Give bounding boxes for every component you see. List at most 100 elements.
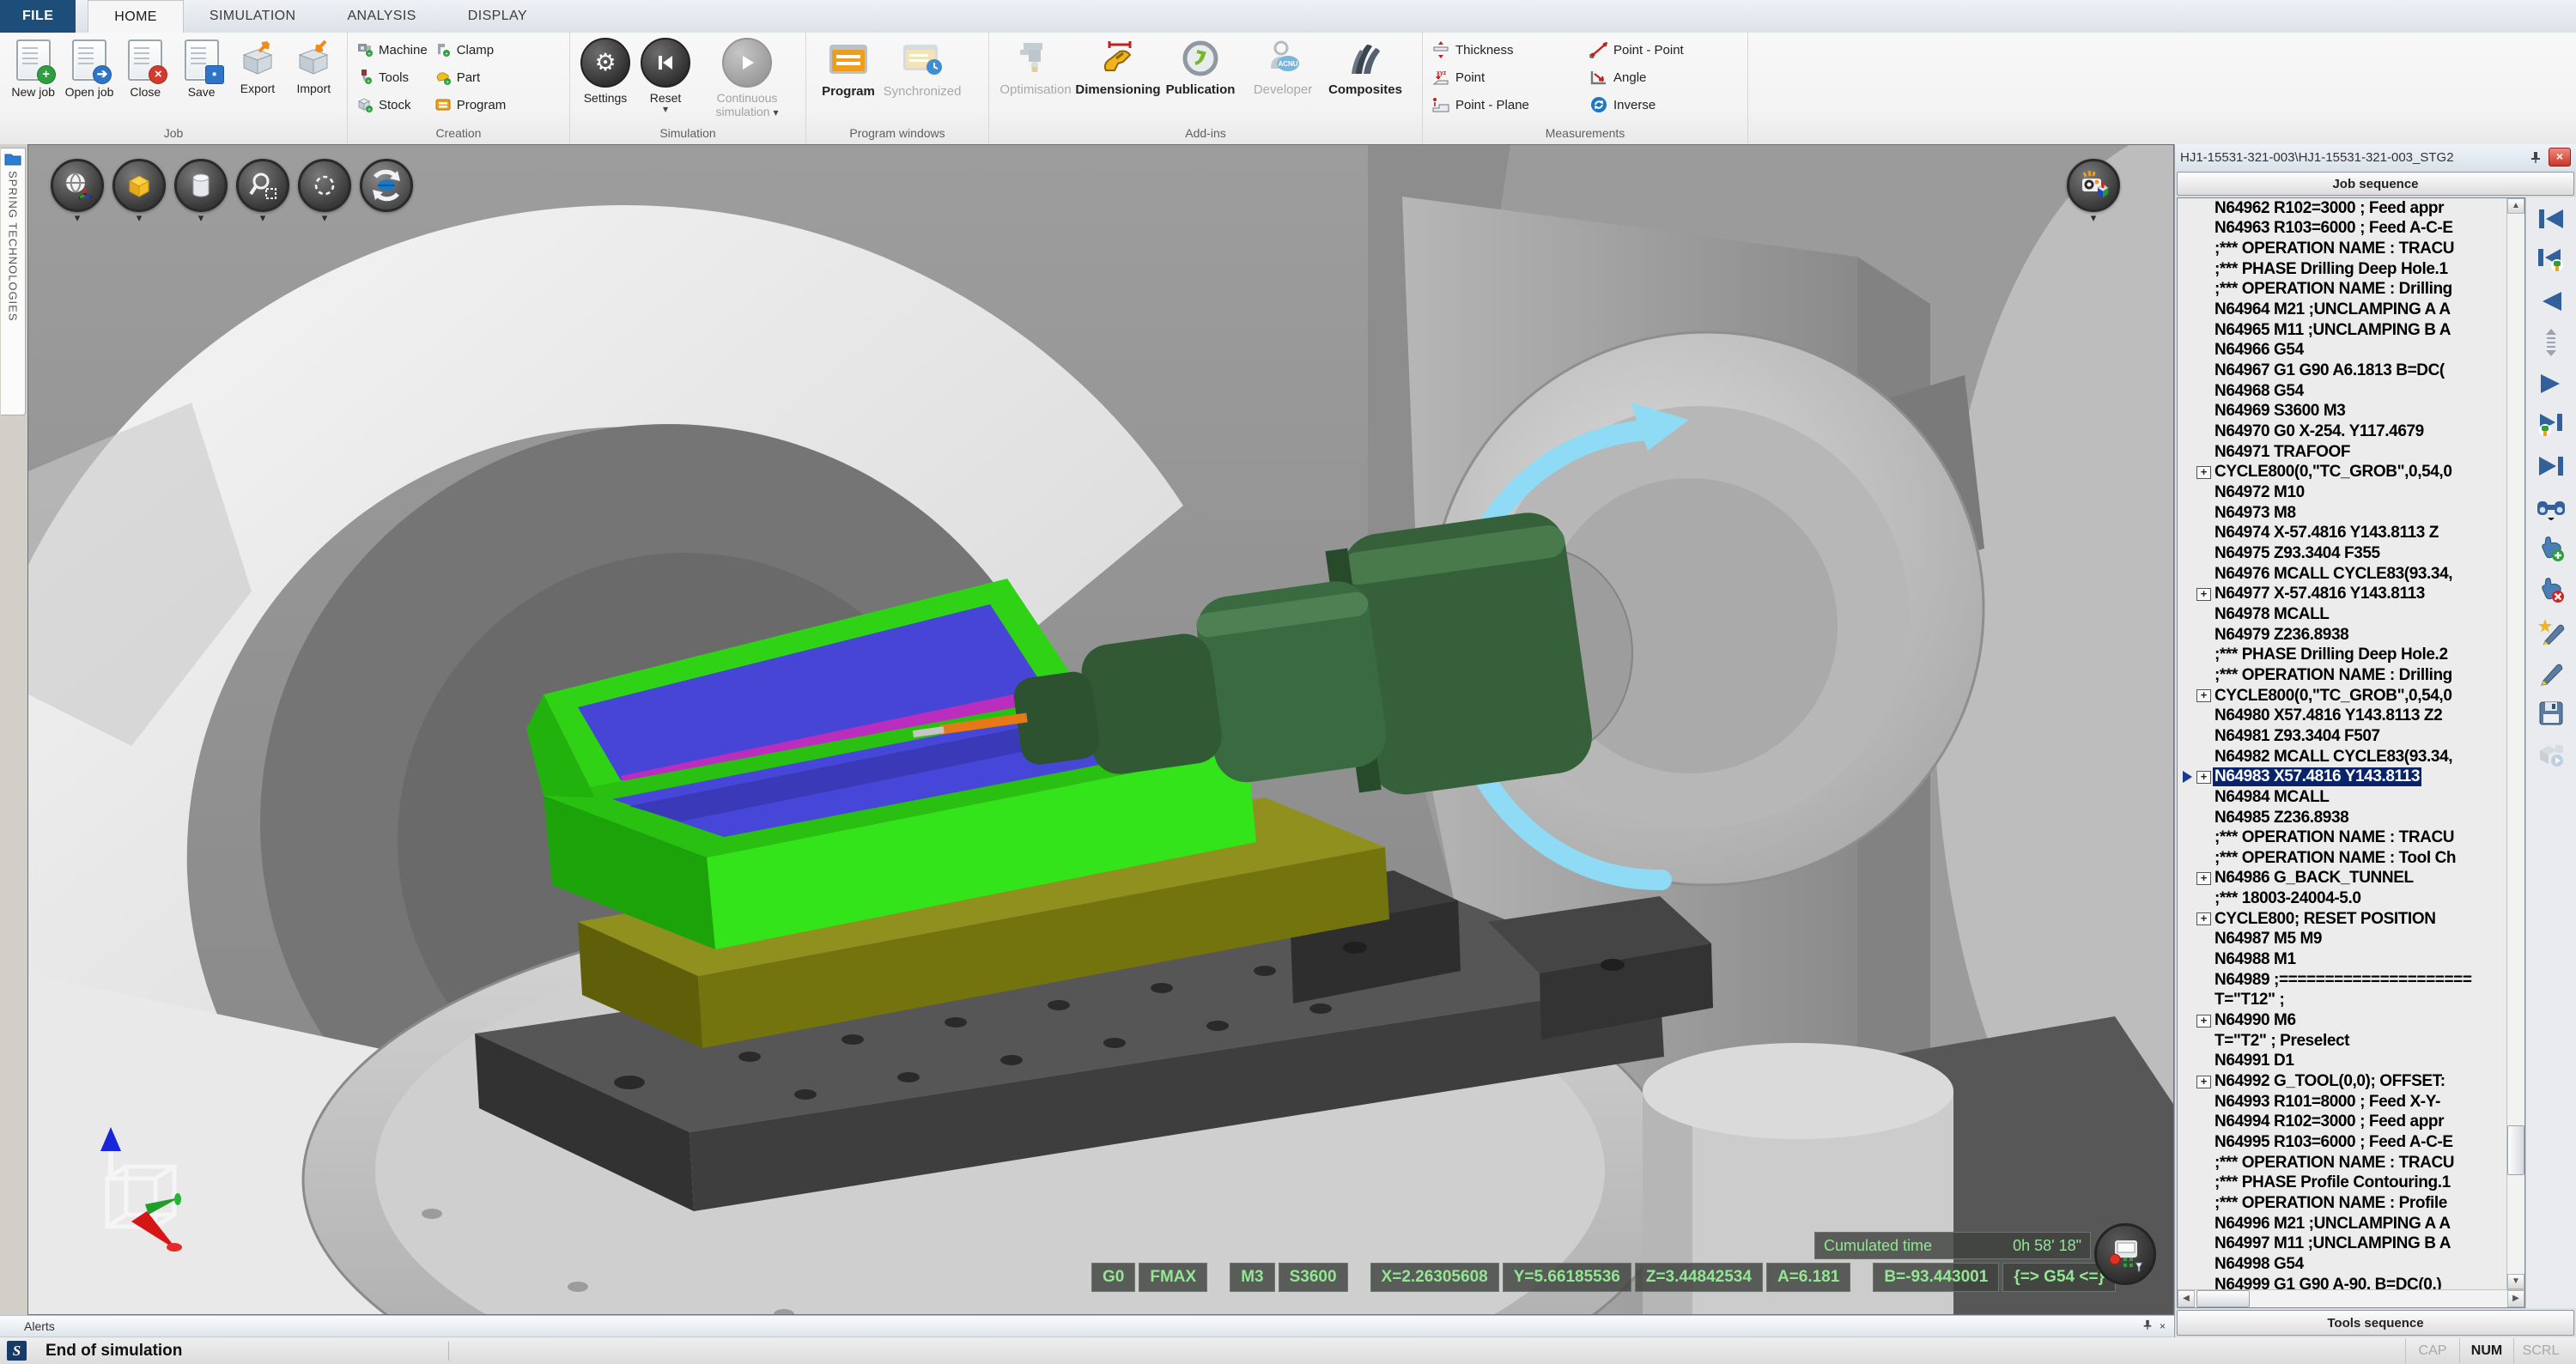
- reset-button[interactable]: Reset ▾: [635, 36, 696, 113]
- stock-view-button[interactable]: ▾: [114, 159, 164, 222]
- gcode-line[interactable]: + N64969 S3600 M3: [2178, 402, 2506, 422]
- gcode-line[interactable]: + ;*** 18003-24004-5.0: [2178, 888, 2506, 909]
- search-binoculars-button[interactable]: [2535, 493, 2567, 522]
- gcode-line[interactable]: + ;*** OPERATION NAME : Profile: [2178, 1193, 2506, 1214]
- import-button[interactable]: Import: [287, 36, 341, 95]
- tools-button[interactable]: + Tools: [356, 64, 428, 91]
- export-button[interactable]: Export: [230, 36, 284, 95]
- gcode-line[interactable]: + ;*** OPERATION NAME : Tool Ch: [2178, 848, 2506, 869]
- gcode-line[interactable]: + ;*** OPERATION NAME : Drilling: [2178, 280, 2506, 300]
- tab-file[interactable]: FILE: [0, 0, 76, 33]
- gcode-line[interactable]: + ;*** OPERATION NAME : Drilling: [2178, 665, 2506, 686]
- previous-tool-button[interactable]: [2535, 246, 2567, 275]
- gcode-line[interactable]: + N64989 ;=====================: [2178, 970, 2506, 991]
- lasso-selection-dropdown-icon[interactable]: ▾: [322, 214, 328, 222]
- part-button[interactable]: + Part: [434, 64, 507, 91]
- view-orientation-button[interactable]: ▾: [52, 159, 102, 222]
- open-job-button[interactable]: ➔ Open job: [62, 36, 116, 99]
- gcode-line[interactable]: + N64991 D1: [2178, 1052, 2506, 1072]
- edit-pen-button[interactable]: [2535, 658, 2567, 687]
- cylinder-view-dropdown-icon[interactable]: ▾: [198, 214, 204, 222]
- tab-analysis[interactable]: ANALYSIS: [321, 0, 441, 33]
- alerts-close-icon[interactable]: ×: [2160, 1320, 2166, 1332]
- tab-display[interactable]: DISPLAY: [442, 0, 553, 33]
- spring-technologies-tab[interactable]: SPRING TECHNOLOGIES: [1, 148, 26, 415]
- gcode-line[interactable]: + ;*** OPERATION NAME : TRACU: [2178, 827, 2506, 848]
- gcode-line[interactable]: + N64984 MCALL: [2178, 787, 2506, 808]
- stock-view-dropdown-icon[interactable]: ▾: [137, 214, 143, 222]
- gcode-line[interactable]: + N64970 G0 X-254. Y117.4679: [2178, 421, 2506, 442]
- skip-to-start-button[interactable]: [2535, 204, 2567, 233]
- gcode-line[interactable]: + N64975 Z93.3404 F355: [2178, 543, 2506, 564]
- vertical-scrollbar[interactable]: ▲ ▼: [2506, 198, 2524, 1289]
- point-point-button[interactable]: Point - Point: [1589, 36, 1735, 64]
- gcode-line[interactable]: + N64979 Z236.8938: [2178, 625, 2506, 646]
- gcode-line[interactable]: + N64992 G_TOOL(0,0); OFFSET:: [2178, 1071, 2506, 1092]
- program-window-button[interactable]: Program: [811, 36, 885, 99]
- zoom-selection-dropdown-icon[interactable]: ▾: [260, 214, 266, 222]
- scroll-down-icon[interactable]: ▼: [2507, 1274, 2524, 1289]
- optimisation-button[interactable]: Optimisation: [994, 36, 1077, 97]
- scroll-up-icon[interactable]: ▲: [2507, 198, 2524, 214]
- gcode-line[interactable]: + CYCLE800; RESET POSITION: [2178, 909, 2506, 930]
- gcode-line[interactable]: + N64967 G1 G90 A6.1813 B=DC(: [2178, 361, 2506, 381]
- gcode-line[interactable]: + N64986 G_BACK_TUNNEL: [2178, 869, 2506, 889]
- angle-button[interactable]: Angle: [1589, 64, 1735, 91]
- vertical-scroll-thumb[interactable]: [2507, 1125, 2524, 1175]
- job-sequence-header[interactable]: Job sequence: [2177, 172, 2574, 196]
- next-tool-button[interactable]: [2535, 410, 2567, 440]
- gcode-line[interactable]: + N64990 M6: [2178, 1010, 2506, 1031]
- expand-box-icon[interactable]: +: [2196, 771, 2211, 784]
- gcode-line[interactable]: + N64965 M11 ;UNCLAMPING B A: [2178, 320, 2506, 341]
- expand-box-icon[interactable]: +: [2196, 1015, 2211, 1028]
- expand-box-icon[interactable]: +: [2196, 912, 2211, 925]
- tab-home[interactable]: HOME: [88, 0, 184, 33]
- gcode-line[interactable]: + T="T2" ; Preselect: [2178, 1031, 2506, 1052]
- gcode-line[interactable]: + ;*** OPERATION NAME : TRACU: [2178, 1153, 2506, 1173]
- camera-view-button[interactable]: ▾: [2069, 159, 2118, 222]
- gcode-line[interactable]: + N64974 X-57.4816 Y143.8113 Z: [2178, 524, 2506, 544]
- gcode-line[interactable]: + N64978 MCALL: [2178, 604, 2506, 625]
- gcode-line[interactable]: + N64971 TRAFOOF: [2178, 442, 2506, 463]
- gcode-line[interactable]: + N64983 X57.4816 Y143.8113: [2178, 767, 2506, 787]
- new-job-button[interactable]: + New job: [6, 36, 60, 99]
- gcode-line[interactable]: + N64987 M5 M9: [2178, 930, 2506, 950]
- speed-slider-handle[interactable]: [2535, 328, 2567, 357]
- annotate-pen-star-button[interactable]: [2535, 616, 2567, 646]
- machine-run-button[interactable]: [2535, 740, 2567, 769]
- dimensioning-button[interactable]: Dimensioning: [1077, 36, 1159, 97]
- gcode-line[interactable]: + N64985 Z236.8938: [2178, 808, 2506, 828]
- continuous-simulation-dropdown-icon[interactable]: ▾: [773, 106, 778, 118]
- remove-pointer-button[interactable]: [2535, 575, 2567, 604]
- close-job-button[interactable]: × Close: [118, 36, 173, 99]
- gcode-line[interactable]: + N64981 Z93.3404 F507: [2178, 726, 2506, 747]
- view-orientation-dropdown-icon[interactable]: ▾: [75, 214, 81, 222]
- lasso-selection-button[interactable]: ▾: [300, 159, 349, 222]
- clamp-button[interactable]: + Clamp: [434, 36, 507, 64]
- continuous-simulation-button[interactable]: Continuous simulation ▾: [696, 36, 799, 118]
- gcode-line[interactable]: + N64968 G54: [2178, 381, 2506, 402]
- play-forward-button[interactable]: [2535, 369, 2567, 398]
- save-job-button[interactable]: ▪ Save: [174, 36, 228, 99]
- gcode-line[interactable]: + N64962 R102=3000 ; Feed appr: [2178, 198, 2506, 219]
- gcode-line[interactable]: + ;*** PHASE Drilling Deep Hole.2: [2178, 645, 2506, 665]
- close-panel-icon[interactable]: ×: [2549, 148, 2571, 167]
- gcode-line[interactable]: + N64982 MCALL CYCLE83(93.34,: [2178, 747, 2506, 767]
- gcode-line[interactable]: + N64966 G54: [2178, 341, 2506, 361]
- tab-simulation[interactable]: SIMULATION: [184, 0, 322, 33]
- synchronized-window-button[interactable]: Synchronized: [885, 36, 959, 99]
- point-plane-button[interactable]: Point - Plane: [1431, 91, 1583, 118]
- gcode-line[interactable]: + N64993 R101=8000 ; Feed X-Y-: [2178, 1092, 2506, 1112]
- gcode-line[interactable]: + T="T12" ;: [2178, 991, 2506, 1011]
- gcode-line[interactable]: + N64988 M1: [2178, 949, 2506, 970]
- simulation-viewport[interactable]: ▾ ▾ ▾ ▾: [27, 144, 2174, 1315]
- gcode-line[interactable]: + N64995 R103=6000 ; Feed A-C-E: [2178, 1132, 2506, 1153]
- gcode-line[interactable]: + N64972 M10: [2178, 482, 2506, 503]
- gcode-line[interactable]: + ;*** PHASE Profile Contouring.1: [2178, 1173, 2506, 1194]
- gcode-line[interactable]: + N64973 M8: [2178, 503, 2506, 524]
- reset-dropdown-icon[interactable]: ▾: [663, 105, 668, 113]
- scroll-right-icon[interactable]: ▶: [2507, 1290, 2524, 1307]
- rotate-view-button[interactable]: [361, 159, 411, 222]
- add-pointer-button[interactable]: [2535, 534, 2567, 563]
- horizontal-scrollbar[interactable]: ◀ ▶: [2178, 1289, 2524, 1307]
